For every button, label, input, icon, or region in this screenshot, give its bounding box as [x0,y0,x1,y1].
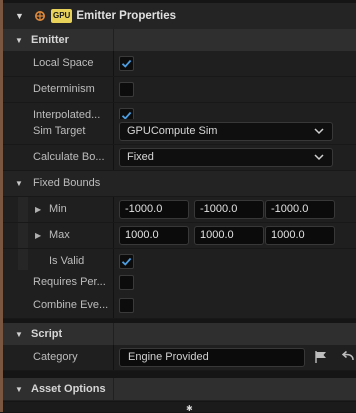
category-field[interactable]: Engine Provided [119,348,305,367]
combine-event-checkbox[interactable] [119,298,134,313]
category-label: Category [33,351,78,363]
calculate-bounds-value: Fixed [127,151,154,163]
section-emitter[interactable]: ▼ Emitter [3,29,356,52]
local-space-label: Local Space [33,57,94,69]
section-asset-options-label: Asset Options [31,383,106,395]
determinism-label: Determinism [33,83,95,95]
calculate-bounds-label: Calculate Bo... [33,151,105,163]
gpu-badge: GPU [51,9,73,23]
determinism-checkbox[interactable] [119,82,134,97]
requires-persistent-checkbox[interactable] [119,275,134,290]
sim-target-value: GPUCompute Sim [127,125,218,137]
checkmark-icon [121,257,132,266]
section-asset-options[interactable]: ▼ Asset Options [3,378,356,401]
max-expand-icon[interactable]: ▶ [35,223,41,248]
requires-persistent-label: Requires Per... [33,276,106,288]
bottom-strip [3,402,356,412]
collapse-triangle-icon[interactable]: ▼ [15,330,25,339]
panel-title: Emitter Properties [76,10,177,22]
row-calculate-bounds: Calculate Bo... Fixed [3,145,356,171]
min-x-field[interactable]: -1000.0 [119,200,189,219]
min-z-field[interactable]: -1000.0 [265,200,335,219]
max-z-field[interactable]: 1000.0 [265,226,335,245]
combine-event-label: Combine Eve... [33,299,109,311]
sim-target-label: Sim Target [33,125,86,137]
min-label: Min [49,203,67,215]
fixed-bounds-collapse-icon[interactable]: ▼ [15,171,23,196]
row-min: ▶ Min -1000.0 -1000.0 -1000.0 [3,197,356,223]
row-combine-event: Combine Eve... [3,293,356,319]
row-max: ▶ Max 1000.0 1000.0 1000.0 [3,223,356,249]
row-category: Category Engine Provided [3,345,356,371]
checkmark-icon [121,59,132,68]
emitter-orange-icon [33,9,47,23]
row-fixed-bounds[interactable]: ▼ Fixed Bounds [3,171,356,197]
min-y-field[interactable]: -1000.0 [194,200,264,219]
calculate-bounds-dropdown[interactable]: Fixed [119,148,333,167]
sim-target-dropdown[interactable]: GPUCompute Sim [119,122,333,141]
emitter-properties-header[interactable]: ▼ GPU Emitter Properties [3,3,356,29]
chevron-down-icon [314,154,324,161]
collapse-triangle-icon[interactable]: ▼ [15,385,25,394]
row-sim-target: Sim Target GPUCompute Sim [3,119,356,145]
max-label: Max [49,229,70,241]
fixed-bounds-label: Fixed Bounds [33,177,101,189]
is-valid-checkbox[interactable] [119,254,134,269]
section-emitter-label: Emitter [31,34,69,46]
local-space-checkbox[interactable] [119,56,134,71]
flag-icon[interactable] [314,350,328,364]
max-y-field[interactable]: 1000.0 [194,226,264,245]
collapse-triangle-icon[interactable]: ▼ [15,11,25,21]
chevron-down-icon [314,128,324,135]
max-x-field[interactable]: 1000.0 [119,226,189,245]
row-local-space: Local Space [3,51,356,77]
min-expand-icon[interactable]: ▶ [35,197,41,222]
section-script[interactable]: ▼ Script [3,323,356,346]
section-script-label: Script [31,328,63,340]
reset-arrow-icon[interactable] [341,350,355,364]
collapse-triangle-icon[interactable]: ▼ [15,36,25,45]
row-determinism: Determinism [3,77,356,103]
